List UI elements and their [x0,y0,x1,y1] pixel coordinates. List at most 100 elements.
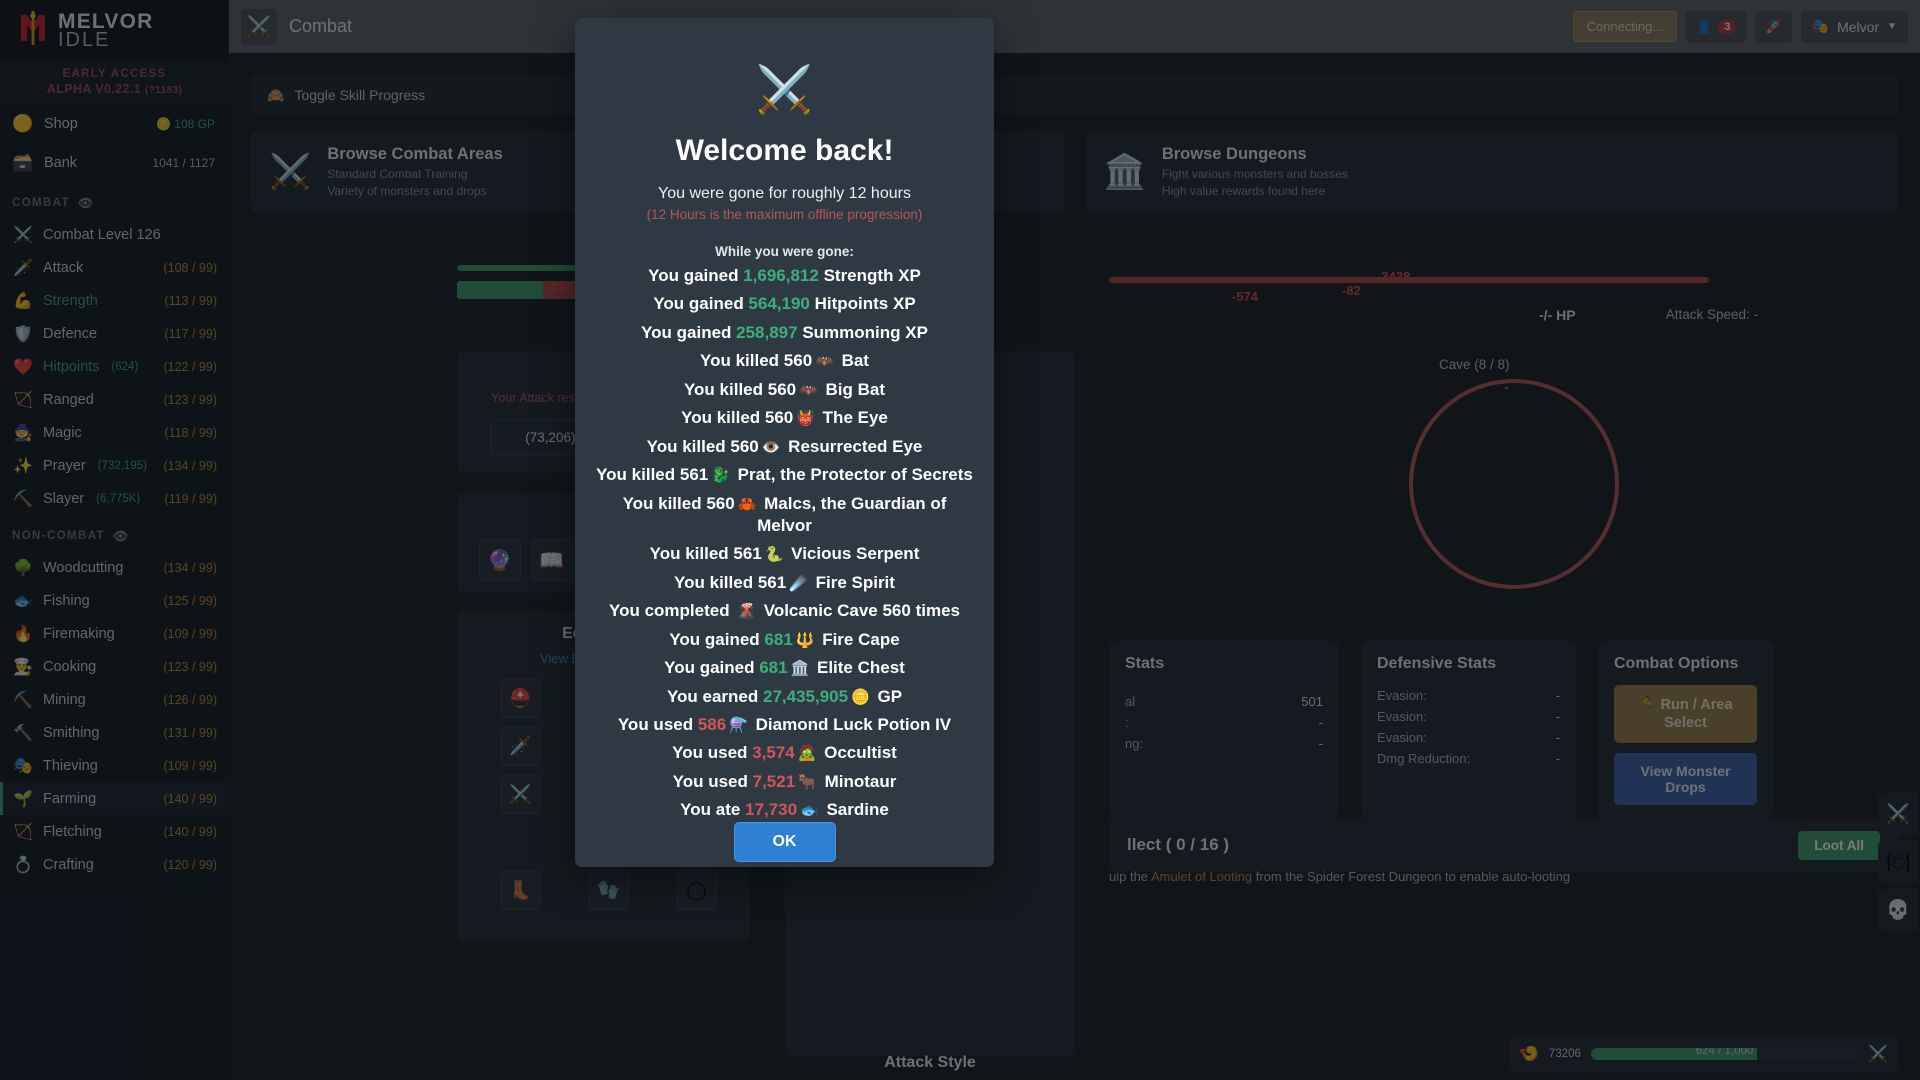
modal-summary-line: You killed 560 👁️ Resurrected Eye [647,436,923,458]
modal-summary-line: You gained 258,897 Summoning XP [641,322,928,344]
line-emoji-icon: 🪙 [851,688,870,706]
line-number: 561 [679,465,709,485]
modal-summary-line: You used 7,521 🐂 Minotaur [673,771,897,793]
line-number: 27,435,905 [762,686,849,706]
line-prefix: You gained [664,658,760,678]
line-suffix: Prat, the Protector of Secrets [732,465,973,485]
line-prefix: You killed [649,544,734,564]
modal-summary-line: You gained 681 🏛️ Elite Chest [664,657,905,679]
line-suffix: Fire Spirit [810,572,895,592]
line-suffix: Summoning XP [797,322,928,342]
line-number: 681 [759,658,788,678]
modal-title: Welcome back! [675,134,894,167]
line-emoji-icon: 🧟 [797,745,817,763]
line-suffix: Hitpoints XP [809,294,916,314]
line-emoji-icon: 🏛️ [790,660,810,678]
line-prefix: You earned [666,686,763,706]
line-prefix: You killed [646,436,731,456]
modal-summary-line: You gained 1,696,812 Strength XP [648,265,921,287]
line-number: 586 [697,715,727,734]
line-number: 561 [733,544,762,564]
line-number: 561 [757,572,787,592]
line-prefix: You killed [596,465,680,485]
modal-ok-button[interactable]: OK [733,821,836,862]
modal-summary-line: You gained 564,190 Hitpoints XP [653,293,915,315]
line-suffix: Strength XP [818,266,921,285]
line-number: 258,897 [736,322,798,342]
line-suffix: Bat [836,351,869,371]
line-number: 560 [764,408,794,428]
modal-summary-line: You killed 561 ☄️ Fire Spirit [674,572,895,594]
modal-summary-lines: You gained 1,696,812 Strength XP You gain… [595,259,974,822]
line-number: 560 [706,493,735,513]
modal-summary-line: You ate 17,730 🐟 Sardine [680,799,889,821]
app-root: MELVOR IDLE EARLY ACCESS ALPHA V0.22.1 (… [0,0,1920,1080]
line-suffix: Big Bat [820,379,886,399]
line-suffix: GP [872,686,903,706]
line-number: 681 [764,629,793,649]
line-suffix: Occultist [819,743,897,763]
line-suffix: Malcs, the Guardian of Melvor [757,493,947,535]
line-prefix: You killed [700,351,784,371]
line-prefix: You used [672,743,753,763]
line-suffix: The Eye [817,408,888,428]
line-number: 560 [783,351,813,371]
line-suffix: Fire Cape [817,629,900,649]
line-emoji-icon: 🐍 [764,546,784,564]
line-emoji-icon: 🦀 [737,495,757,513]
line-prefix: You killed [683,379,768,399]
modal-summary-line: You gained 681 🔱 Fire Cape [669,629,899,651]
line-prefix: You gained [653,294,749,314]
modal-summary-line: You killed 560 🦇 Big Bat [684,379,885,401]
line-number: 7,521 [752,771,796,791]
line-number: 564,190 [748,294,810,314]
line-prefix: You gained [641,322,737,342]
line-number: 560 [767,379,797,399]
line-suffix: Resurrected Eye [783,436,923,456]
line-prefix: You killed [674,572,758,592]
line-emoji-icon: 👁️ [761,438,781,456]
line-prefix: You gained [669,629,765,649]
line-suffix: Vicious Serpent [786,544,920,564]
welcome-back-modal: ⚔️ Welcome back! You were gone for rough… [575,18,994,867]
line-prefix: You killed [622,493,707,513]
line-suffix: Elite Chest [812,658,905,678]
line-prefix: You completed [609,601,735,621]
line-number: 1,696,812 [743,266,819,285]
line-number: 3,574 [752,743,795,763]
modal-max-offline-note: (12 Hours is the maximum offline progres… [646,207,923,222]
modal-subtitle: You were gone for roughly 12 hours [658,185,911,202]
line-prefix: You gained [648,266,744,285]
line-suffix: Minotaur [819,771,897,791]
line-prefix: You ate [680,800,746,820]
modal-summary-line: You completed 🌋 Volcanic Cave 560 times [609,600,960,622]
line-number: 560 [730,436,759,456]
modal-summary-line: You killed 560 🦇 Bat [700,350,869,372]
modal-summary-line: You used 3,574 🧟 Occultist [672,742,897,764]
line-emoji-icon: 🔱 [795,631,815,649]
line-suffix: Sardine [821,800,889,820]
crossed-swords-icon: ⚔️ [755,63,814,115]
line-suffix: Diamond Luck Potion IV [750,715,952,734]
line-prefix: You used [672,771,753,791]
modal-while-gone-label: While you were gone: [715,244,854,259]
line-emoji-icon: 🌋 [737,603,757,621]
modal-summary-line: You killed 560 🦀 Malcs, the Guardian of M… [595,493,974,538]
line-emoji-icon: ⚗️ [729,717,748,734]
line-emoji-icon: 🦇 [815,353,834,371]
line-emoji-icon: 🐂 [798,773,817,791]
modal-summary-line: You used 586 ⚗️ Diamond Luck Potion IV [618,714,951,736]
line-emoji-icon: 🦇 [799,381,818,399]
line-emoji-icon: 🐉 [711,467,730,485]
line-number: 17,730 [745,800,798,820]
line-emoji-icon: 👹 [796,410,815,428]
modal-summary-line: You killed 561 🐍 Vicious Serpent [650,543,920,565]
line-suffix: Volcanic Cave 560 times [759,601,960,621]
modal-summary-line: You earned 27,435,905 🪙 GP [667,686,902,708]
modal-summary-line: You killed 561 🐉 Prat, the Protector of S… [596,464,973,486]
line-emoji-icon: ☄️ [789,574,808,592]
modal-summary-line: You killed 560 👹 The Eye [681,407,888,429]
line-prefix: You killed [681,408,765,428]
line-emoji-icon: 🐟 [800,802,819,820]
line-prefix: You used [617,715,698,734]
